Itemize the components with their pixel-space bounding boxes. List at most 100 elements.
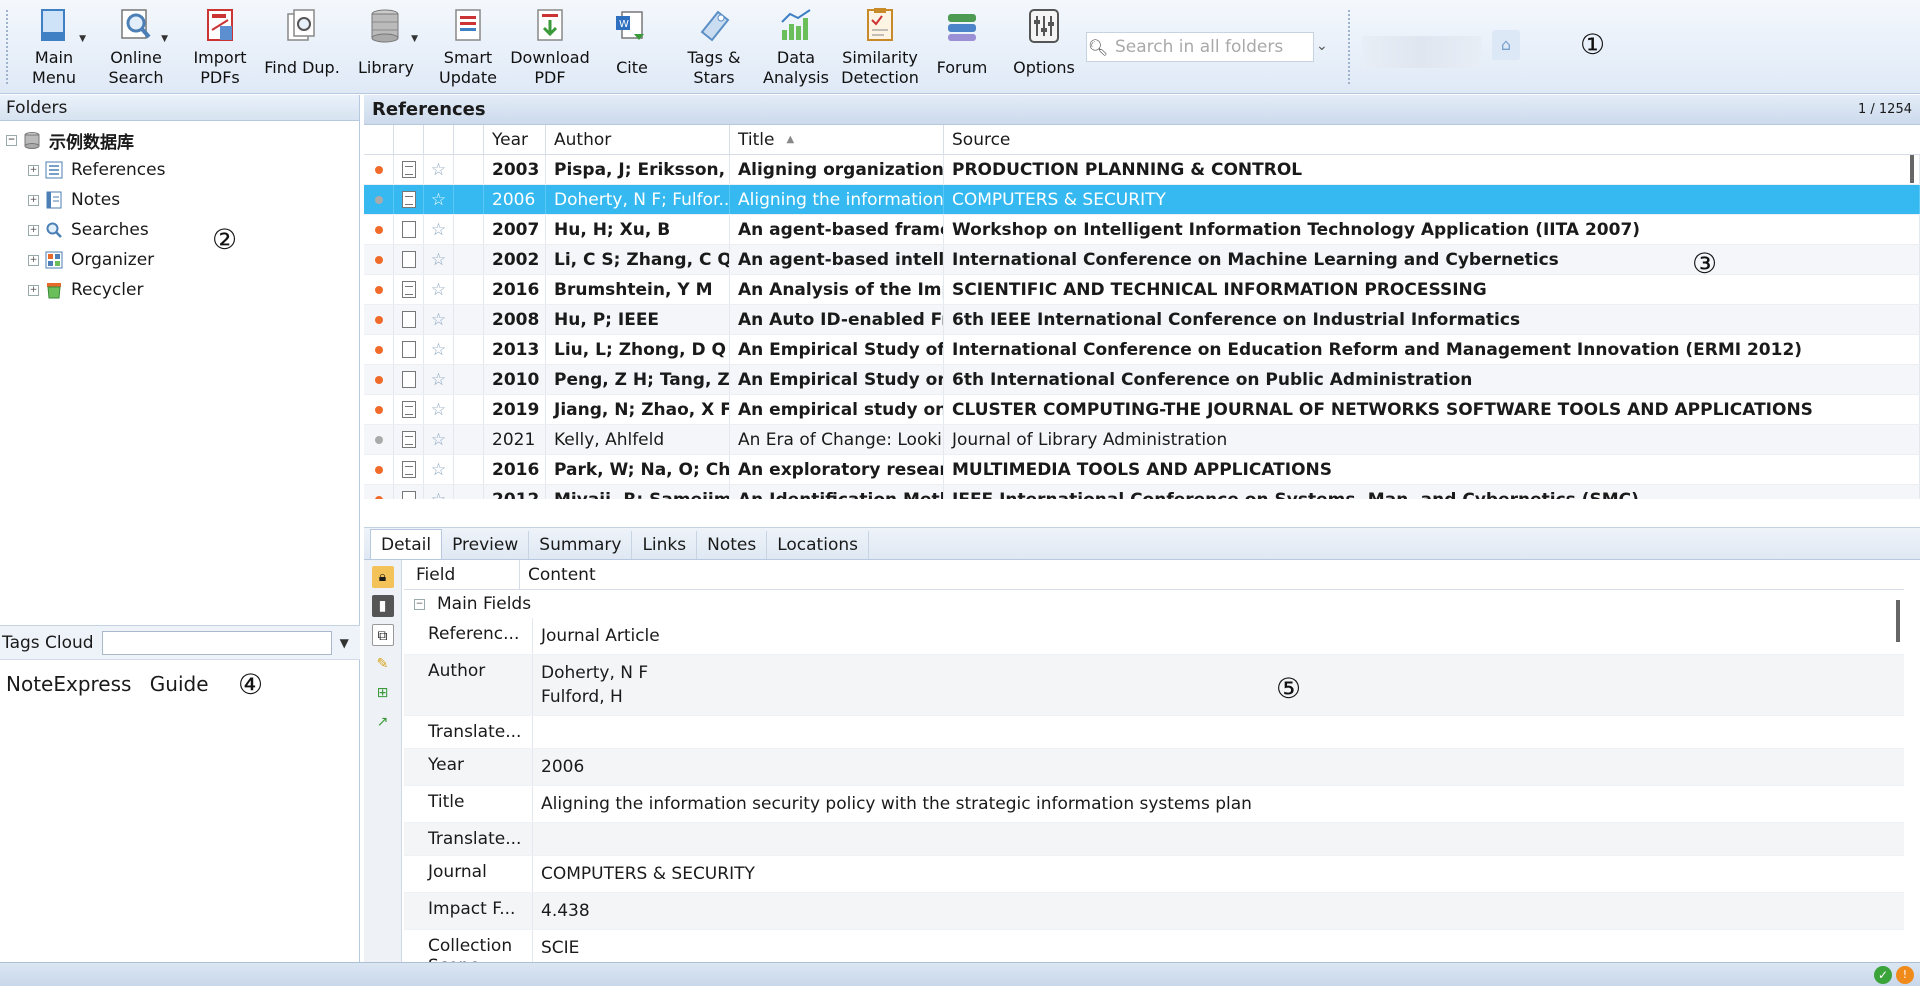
data-analysis-button[interactable]: Data Analysis — [754, 4, 838, 90]
reference-row[interactable]: ☆ 2003Pispa, J; Eriksson, I ..Aligning or… — [364, 155, 1920, 185]
star-cell[interactable]: ☆ — [424, 485, 454, 499]
tags-cloud-list[interactable]: NoteExpress Guide — [0, 660, 360, 708]
priority-cell[interactable] — [454, 485, 484, 499]
download-pdf-button[interactable]: Download PDF — [508, 4, 592, 90]
chart-icon[interactable]: ↗ — [372, 711, 394, 733]
tags-stars-button[interactable]: Tags & Stars — [672, 4, 756, 90]
star-icon[interactable]: ☆ — [431, 190, 446, 210]
tab-preview[interactable]: Preview — [442, 531, 530, 559]
tree-root-database[interactable]: − 示例数据库 — [0, 125, 359, 155]
expand-icon[interactable]: + — [28, 254, 39, 266]
expand-icon[interactable]: + — [28, 284, 39, 296]
reference-row[interactable]: ☆ 2013 Liu, L; Zhong, D Q An Empirical Stud… — [364, 335, 1920, 365]
lock-icon[interactable]: 🔒︎ — [371, 566, 394, 588]
column-year[interactable]: Year — [484, 125, 546, 154]
priority-cell[interactable] — [454, 425, 484, 454]
detail-field-row[interactable]: Referenc... Journal Article — [404, 618, 1904, 655]
expand-icon[interactable]: + — [28, 194, 39, 206]
read-status-cell[interactable] — [364, 395, 394, 424]
options-button[interactable]: Options — [1002, 4, 1086, 90]
tab-notes[interactable]: Notes — [697, 531, 768, 559]
field-value[interactable]: Doherty, N F Fulford, H — [532, 655, 1904, 715]
star-icon[interactable]: ☆ — [431, 250, 446, 270]
find-duplicates-button[interactable]: Find Dup. — [260, 4, 344, 90]
star-cell[interactable]: ☆ — [424, 425, 454, 454]
tree-item-references[interactable]: + References — [0, 155, 359, 185]
read-status-cell[interactable] — [364, 155, 394, 184]
star-cell[interactable]: ☆ — [424, 185, 454, 214]
read-status-cell[interactable] — [364, 335, 394, 364]
tab-summary[interactable]: Summary — [529, 531, 633, 559]
star-cell[interactable]: ☆ — [424, 215, 454, 244]
reference-row[interactable]: ☆ 2008Hu, P; IEEEAn Auto ID-enabled Fra.6… — [364, 305, 1920, 335]
priority-cell[interactable] — [454, 395, 484, 424]
similarity-detection-button[interactable]: Similarity Detection — [836, 4, 924, 90]
tree-item-recycler[interactable]: + Recycler — [0, 275, 359, 305]
smart-update-button[interactable]: Smart Update — [426, 4, 510, 90]
star-cell[interactable]: ☆ — [424, 245, 454, 274]
references-scrollbar[interactable] — [1910, 155, 1914, 183]
column-priority[interactable] — [454, 125, 484, 154]
tree-item-notes[interactable]: + Notes — [0, 185, 359, 215]
priority-cell[interactable] — [454, 365, 484, 394]
field-value[interactable]: Aligning the information security policy… — [532, 786, 1904, 822]
detail-field-row[interactable]: Impact F... 4.438 — [404, 893, 1904, 930]
reference-row[interactable]: ☆ 2016 Park, W; Na, O; Cha. An exploratory … — [364, 455, 1920, 485]
tab-links[interactable]: Links — [632, 531, 698, 559]
collapse-icon[interactable]: − — [414, 598, 425, 610]
reference-row[interactable]: ☆ 2006 Doherty, N F; Fulfor... Aligning the… — [364, 185, 1920, 215]
attachment-cell[interactable] — [394, 485, 424, 499]
attachment-cell[interactable] — [394, 455, 424, 484]
tree-item-organizer[interactable]: + Organizer — [0, 245, 359, 275]
reference-row[interactable]: ☆ 2002Li, C S; Zhang, C Q; .An agent-base… — [364, 245, 1920, 275]
attachment-cell[interactable] — [394, 335, 424, 364]
column-read-status[interactable] — [364, 125, 394, 154]
priority-cell[interactable] — [454, 185, 484, 214]
collapse-icon[interactable]: − — [6, 134, 17, 146]
star-icon[interactable]: ☆ — [431, 340, 446, 360]
brush-icon[interactable]: ✎ — [372, 653, 394, 675]
read-status-cell[interactable] — [364, 215, 394, 244]
star-cell[interactable]: ☆ — [424, 155, 454, 184]
read-status-cell[interactable] — [364, 485, 394, 499]
star-icon[interactable]: ☆ — [431, 430, 446, 450]
tags-filter-input[interactable] — [101, 630, 332, 655]
reference-row[interactable]: ☆ 2016 Brumshtein, Y M An Analysis of the I… — [364, 275, 1920, 305]
priority-cell[interactable] — [454, 245, 484, 274]
attachment-cell[interactable] — [394, 155, 424, 184]
star-cell[interactable]: ☆ — [424, 305, 454, 334]
detail-field-row[interactable]: Title Aligning the information security p… — [404, 786, 1904, 823]
column-author[interactable]: Author — [546, 125, 730, 154]
column-attachment[interactable] — [394, 125, 424, 154]
field-value[interactable]: COMPUTERS & SECURITY — [532, 856, 1904, 892]
read-status-cell[interactable] — [364, 425, 394, 454]
chevron-down-icon[interactable]: ▼ — [340, 636, 349, 650]
online-search-button[interactable]: ▼ Online Search — [94, 4, 178, 90]
attachment-cell[interactable] — [394, 215, 424, 244]
column-source[interactable]: Source — [944, 125, 1920, 154]
read-status-cell[interactable] — [364, 275, 394, 304]
field-value[interactable] — [532, 716, 1904, 748]
reference-row[interactable]: ☆ 2012Miyaji, R; Samejima,An Identificati… — [364, 485, 1920, 499]
forum-button[interactable]: Forum — [920, 4, 1004, 90]
field-value[interactable]: Journal Article — [532, 618, 1904, 654]
user-account-blurred[interactable] — [1362, 36, 1482, 68]
attachment-cell[interactable] — [394, 185, 424, 214]
attachment-cell[interactable] — [394, 365, 424, 394]
star-icon[interactable]: ☆ — [431, 160, 446, 180]
main-menu-button[interactable]: ▼ Main Menu — [12, 4, 96, 90]
detail-field-row[interactable]: Year 2006 — [404, 749, 1904, 786]
star-cell[interactable]: ☆ — [424, 455, 454, 484]
tree-item-searches[interactable]: + Searches — [0, 215, 359, 245]
copy-icon[interactable]: ⧉ — [371, 624, 394, 646]
star-icon[interactable]: ☆ — [431, 310, 446, 330]
detail-field-row[interactable]: Journal COMPUTERS & SECURITY — [404, 856, 1904, 893]
attachment-cell[interactable] — [394, 395, 424, 424]
star-icon[interactable]: ☆ — [431, 220, 446, 240]
cite-button[interactable]: W Cite — [590, 4, 674, 90]
star-cell[interactable]: ☆ — [424, 335, 454, 364]
expand-icon[interactable]: + — [28, 224, 39, 236]
star-cell[interactable]: ☆ — [424, 275, 454, 304]
star-icon[interactable]: ☆ — [431, 280, 446, 300]
star-cell[interactable]: ☆ — [424, 365, 454, 394]
